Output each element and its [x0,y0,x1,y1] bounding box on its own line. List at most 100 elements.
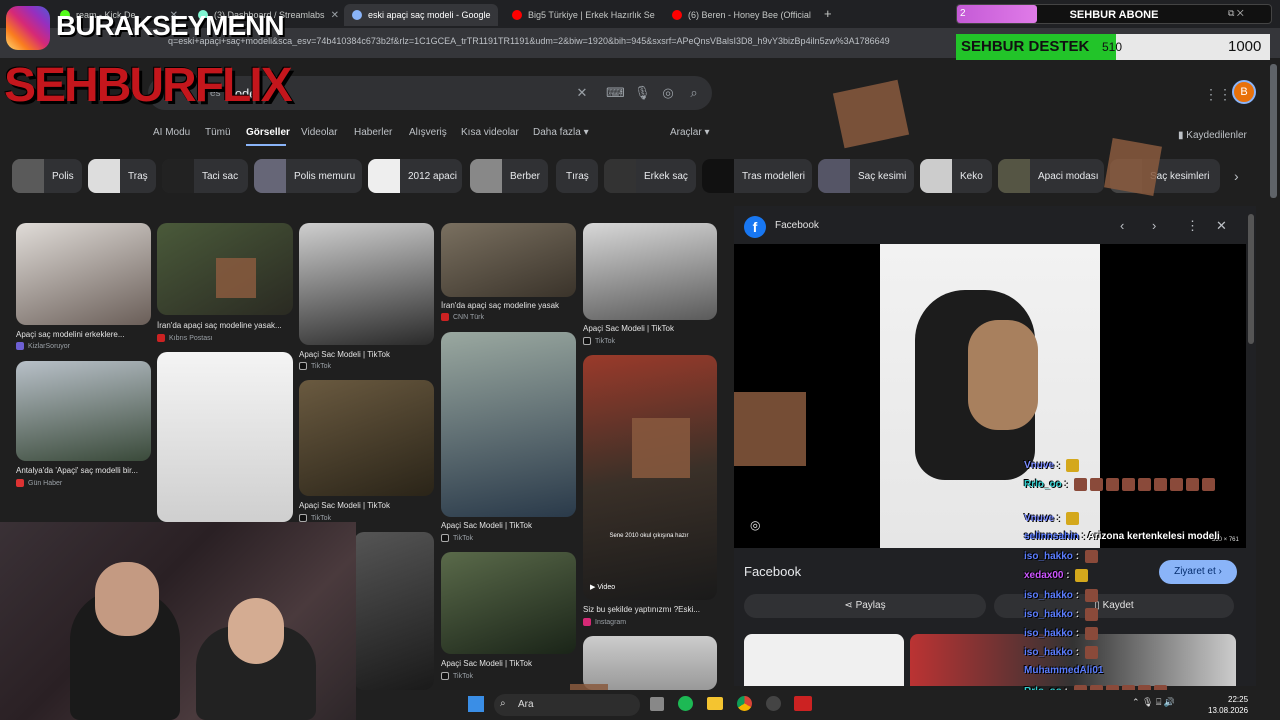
result-image[interactable] [583,223,717,320]
emote-icon [1185,478,1199,491]
related-image[interactable] [744,634,904,686]
result-caption[interactable]: Apaçi Sac Modeli | TikTok [441,521,576,530]
taskbar-search[interactable]: Ara [494,694,640,716]
close-icon[interactable]: ✕ [811,10,814,21]
clock[interactable]: 22:25 13.08.2026 [1208,694,1248,716]
tiktok-icon [299,514,307,522]
nav-ai-mode[interactable]: AI Modu [153,127,190,138]
more-icon[interactable]: ⋮ [1186,218,1199,234]
result-image[interactable] [441,552,576,654]
lens-icon[interactable]: ◎ [660,85,676,101]
tab-google[interactable]: eski apaçi saç modeli - Google✕ [344,4,498,26]
keyboard-icon[interactable]: ⌨ [606,85,625,101]
chip-label: Traş [128,170,148,182]
search-icon[interactable]: ⌕ [686,85,702,101]
chrome-icon[interactable] [737,696,752,711]
chip-taci-sac[interactable]: Taci sac [162,159,248,193]
chip-erkek-sac[interactable]: Erkek saç [604,159,696,193]
result-image[interactable] [354,532,434,690]
instagram-icon [583,618,591,626]
close-icon[interactable]: ✕ [655,10,658,21]
saved-link[interactable]: ▮ Kaydedilenler [1178,130,1247,141]
emote-icon [1137,478,1151,491]
result-caption[interactable]: Siz bu şekilde yaptınızmı ?Eski... [583,605,717,614]
result-caption[interactable]: Apaçi Sac Modeli | TikTok [441,659,576,668]
result-image[interactable] [441,332,576,517]
result-caption[interactable]: Apaçi Sac Modeli | TikTok [299,350,434,359]
tab-youtube-big5[interactable]: Big5 Türkiye | Erkek Hazırlık Se✕ [504,4,658,26]
tray-icons[interactable]: ⌃ 🎙 ⌸ 🔊 [1132,697,1175,708]
chip-polis-memuru[interactable]: Polis memuru [254,159,362,193]
nav-tools[interactable]: Araçlar ▾ [670,127,709,138]
apps-icon[interactable]: ⋮⋮ [1204,86,1232,103]
chevron-right-icon[interactable]: › [1234,168,1239,184]
windows-start-icon[interactable] [468,696,484,712]
nav-images[interactable]: Görseller [246,127,290,138]
url-text[interactable]: q=eski+apaçi+saç+modeli&sca_esv=74b41038… [168,36,958,46]
app-icon[interactable] [794,696,812,711]
chat-message: iso_hakko : [1024,608,1098,621]
result-caption[interactable]: Apaçi Sac Modeli | TikTok [583,324,717,333]
emote-icon [1201,478,1215,491]
tab-youtube-beren[interactable]: (6) Beren - Honey Bee (Official✕ [664,4,814,26]
page-scrollbar[interactable] [1270,64,1277,198]
nav-videos[interactable]: Videolar [301,127,338,138]
related-image[interactable] [910,634,1236,686]
panel-source-title[interactable]: Facebook [775,220,819,231]
result-image[interactable] [16,361,151,461]
result-image[interactable] [583,636,717,690]
result-caption[interactable]: İran'da apaçi saç modeline yasak [441,301,576,310]
chip-tiras[interactable]: Tıraş [556,159,598,193]
chevron-right-icon[interactable]: › [1152,218,1156,233]
taskbar-search-label: Ara [518,699,534,710]
visit-button[interactable]: Ziyaret et › [1159,560,1237,584]
chip-tras[interactable]: Traş [88,159,156,193]
result-caption[interactable]: Apaçi saç modelini erkeklere... [16,330,151,339]
chip-polis[interactable]: Polis [12,159,82,193]
spotify-icon[interactable] [678,696,693,711]
file-explorer-icon[interactable] [707,697,723,710]
chip-tras-modelleri[interactable]: Tras modelleri [702,159,812,193]
streamer-face [95,562,159,636]
chip-sac-kesimi[interactable]: Saç kesimi [818,159,914,193]
result-image[interactable] [157,352,293,522]
chip-berber[interactable]: Berber [470,159,548,193]
result-image[interactable] [441,223,576,297]
result-image[interactable] [299,380,434,496]
chip-keko[interactable]: Keko [920,159,992,193]
emote-icon [1084,589,1098,602]
nav-short-videos[interactable]: Kısa videolar [461,127,519,138]
chip-apaci-modasi[interactable]: Apaci modası [998,159,1104,193]
nav-more[interactable]: Daha fazla ▾ [533,127,589,138]
obs-icon[interactable] [766,696,781,711]
panel-scrollbar[interactable] [1248,214,1254,344]
nav-shopping[interactable]: Alışveriş [409,127,447,138]
result-image[interactable] [299,223,434,345]
chip-2012-apaci[interactable]: 2012 apaci [368,159,462,193]
task-view-icon[interactable] [650,697,664,711]
result-caption[interactable]: Antalya'da 'Apaçi' saç modelli bir... [16,466,151,475]
clear-icon[interactable]: ✕ [574,85,590,101]
chat-user: iso_hakko [1024,609,1073,621]
window-controls[interactable]: ⧉ ✕ [1228,8,1244,19]
result-source: Gün Haber [16,479,62,487]
chip-thumb [254,159,286,193]
chevron-left-icon[interactable]: ‹ [1120,218,1124,233]
close-icon[interactable]: ✕ [491,10,498,21]
instagram-icon [6,6,50,50]
chip-label: Tıraş [566,170,589,182]
close-icon[interactable]: ✕ [325,10,339,21]
new-tab-button[interactable]: + [824,6,832,21]
microphone-icon[interactable]: 🎙 [634,85,651,101]
nav-news[interactable]: Haberler [354,127,392,138]
result-caption[interactable]: İran'da apaçi saç modeline yasak... [157,321,293,330]
result-image[interactable] [16,223,151,325]
time: 22:25 [1228,695,1249,704]
result-caption[interactable]: Apaçi Sac Modeli | TikTok [299,501,434,510]
emote-icon [1153,478,1167,491]
avatar[interactable]: B [1232,80,1256,104]
close-icon[interactable]: ✕ [1216,218,1227,234]
nav-all[interactable]: Tümü [205,127,231,138]
share-button[interactable]: ⋖ Paylaş [744,594,986,618]
lens-icon[interactable]: ◎ [750,518,760,532]
